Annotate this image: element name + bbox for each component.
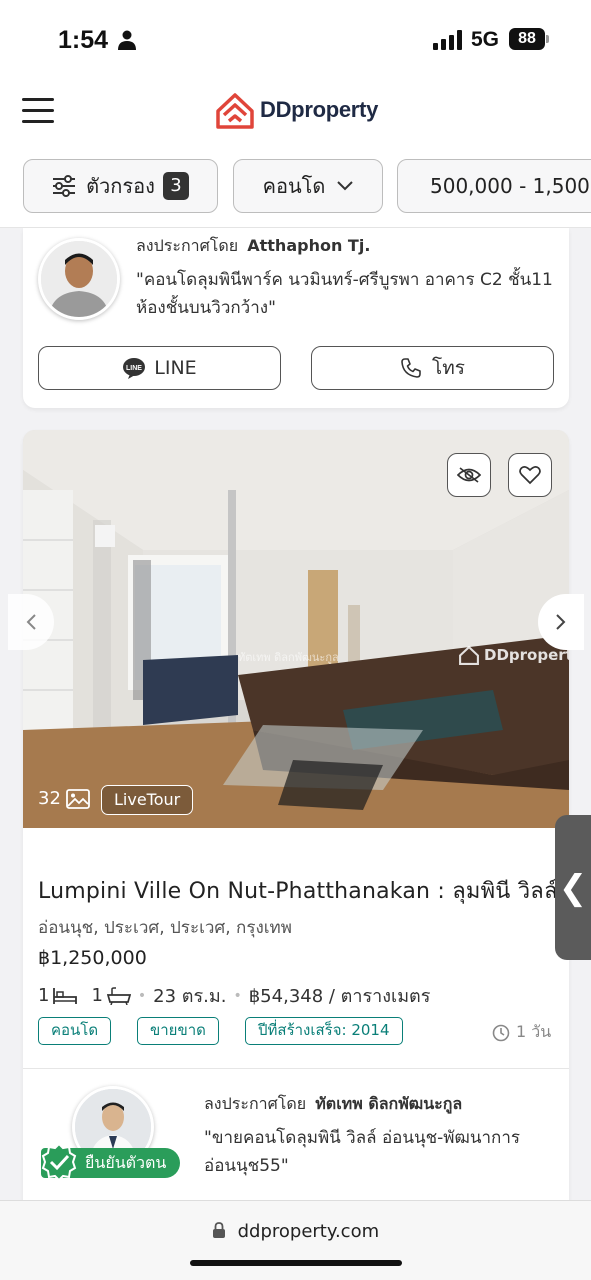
line-icon: LINE (123, 358, 146, 379)
battery-tip (546, 35, 549, 43)
network-label: 5G (471, 28, 500, 51)
property-type-dropdown[interactable]: คอนโด (233, 159, 383, 213)
verified-check-icon (41, 1142, 77, 1182)
posted-time: 1 วัน (492, 1020, 551, 1045)
listing-area: 23 ตร.ม. (153, 986, 227, 1007)
watermark: DDproperty (458, 644, 569, 666)
url-display[interactable]: ddproperty.com (0, 1221, 591, 1242)
listing-location: อ่อนนุช, ประเวศ, ประเวศ, กรุงเทพ (38, 918, 292, 938)
call-button[interactable]: โทร (311, 346, 554, 390)
listing-specs: 1 1 • 23 ตร.ม. • ฿54,348 / ตารางเมตร (38, 981, 430, 1010)
person-icon (118, 30, 136, 50)
chevron-left-icon (26, 614, 36, 630)
tag-property-type: คอนโด (38, 1017, 112, 1045)
posted-by: ลงประกาศโดย ทัตเทพ ดิลกพัฒนะกูล (204, 1094, 463, 1113)
tag-completion-year: ปีที่สร้างเสร็จ: 2014 (245, 1017, 403, 1045)
listing-price: ฿1,250,000 (38, 947, 147, 969)
posted-by: ลงประกาศโดย Atthaphon Tj. (136, 236, 371, 255)
status-bar: 1:54 5G 88 (0, 0, 591, 78)
eye-slash-icon (457, 467, 481, 483)
livetour-badge[interactable]: LiveTour (101, 785, 194, 815)
ddproperty-logo[interactable]: DDproperty (214, 88, 378, 132)
hamburger-icon[interactable] (22, 98, 54, 124)
chevron-down-icon (337, 181, 354, 191)
logo-house-icon (216, 93, 254, 129)
bedroom-count: 1 (38, 985, 50, 1006)
listing-card[interactable]: DDproperty ทัตเทพ ดิลกพัฒนะกูล 32 LiveTo… (23, 430, 569, 1230)
bathroom-count: 1 (91, 985, 103, 1006)
agent-avatar (38, 238, 120, 320)
bed-icon (53, 987, 78, 1004)
svg-text:LINE: LINE (126, 365, 142, 372)
chevron-right-icon (556, 614, 566, 630)
signal-icon (433, 30, 462, 50)
agent-quote: "ขายคอนโดลุมพินี วิลล์ อ่อนนุช-พัฒนาการ … (204, 1128, 520, 1176)
divider (23, 1068, 569, 1069)
app-header: DDproperty (0, 78, 591, 144)
home-indicator[interactable] (190, 1260, 402, 1266)
property-type-label: คอนโด (262, 174, 326, 198)
price-range-label: 500,000 - 1,500,0 (430, 174, 591, 198)
filter-bar: ตัวกรอง 3 คอนโด 500,000 - 1,500,0 (0, 144, 591, 228)
logo-text: DDproperty (260, 97, 379, 122)
image-icon (66, 788, 90, 809)
bathtub-icon (106, 986, 131, 1005)
heart-icon (519, 466, 541, 485)
sliders-icon (53, 175, 76, 197)
photo-count: 32 (38, 788, 90, 809)
line-button[interactable]: LINE LINE (38, 346, 281, 390)
filter-label: ตัวกรอง (86, 174, 155, 198)
photo-credit: ทัตเทพ ดิลกพัฒนะกูล (238, 651, 339, 664)
agent-quote: "คอนโดลุมพินีพาร์ค นวมินทร์-ศรีบูรพา อาค… (136, 270, 553, 318)
agent-name[interactable]: Atthaphon Tj. (247, 236, 370, 255)
agent-card: ลงประกาศโดย Atthaphon Tj. "คอนโดลุมพินีพ… (23, 228, 569, 408)
clock-icon (492, 1024, 510, 1041)
filter-count-badge: 3 (162, 172, 189, 200)
price-per-sqm: ฿54,348 / ตารางเมตร (248, 986, 431, 1007)
agent-name[interactable]: ทัตเทพ ดิลกพัฒนะกูล (315, 1094, 462, 1113)
price-range-dropdown[interactable]: 500,000 - 1,500,0 (397, 159, 591, 213)
favorite-button[interactable] (508, 453, 552, 497)
hide-listing-button[interactable] (447, 453, 491, 497)
lock-icon (212, 1222, 225, 1238)
filter-button[interactable]: ตัวกรอง 3 (23, 159, 218, 213)
side-drawer-tab[interactable]: ❮ (555, 815, 591, 960)
status-time: 1:54 (58, 26, 109, 54)
listing-photo[interactable]: DDproperty ทัตเทพ ดิลกพัฒนะกูล 32 LiveTo… (23, 430, 569, 828)
browser-url-bar[interactable]: ddproperty.com (0, 1200, 591, 1280)
listing-title[interactable]: Lumpini Ville On Nut-Phatthanakan : ลุมพ… (38, 873, 558, 908)
tag-tenure: ขายขาด (137, 1017, 219, 1045)
battery-icon: 88 (509, 28, 545, 50)
phone-icon (401, 358, 421, 378)
